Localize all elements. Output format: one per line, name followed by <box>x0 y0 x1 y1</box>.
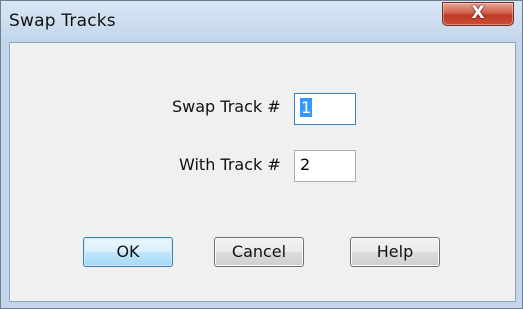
dialog-title: Swap Tracks <box>9 11 116 31</box>
ok-button[interactable]: OK <box>83 237 173 267</box>
help-button[interactable]: Help <box>350 237 440 267</box>
swap-track-input[interactable]: 1 <box>294 93 356 125</box>
swap-tracks-dialog: Swap Tracks X Swap Track # 1 With Track … <box>0 0 523 309</box>
swap-track-value: 1 <box>300 98 313 117</box>
swap-track-label: Swap Track # <box>172 97 281 116</box>
cancel-button[interactable]: Cancel <box>214 237 304 267</box>
title-bar[interactable]: Swap Tracks X <box>1 1 522 41</box>
with-track-input[interactable]: 2 <box>294 150 356 182</box>
with-track-label: With Track # <box>179 155 281 174</box>
dialog-body: Swap Track # 1 With Track # 2 OK Cancel … <box>9 42 516 302</box>
close-icon: X <box>471 3 485 23</box>
with-track-value: 2 <box>300 155 311 174</box>
close-button[interactable]: X <box>442 2 514 26</box>
